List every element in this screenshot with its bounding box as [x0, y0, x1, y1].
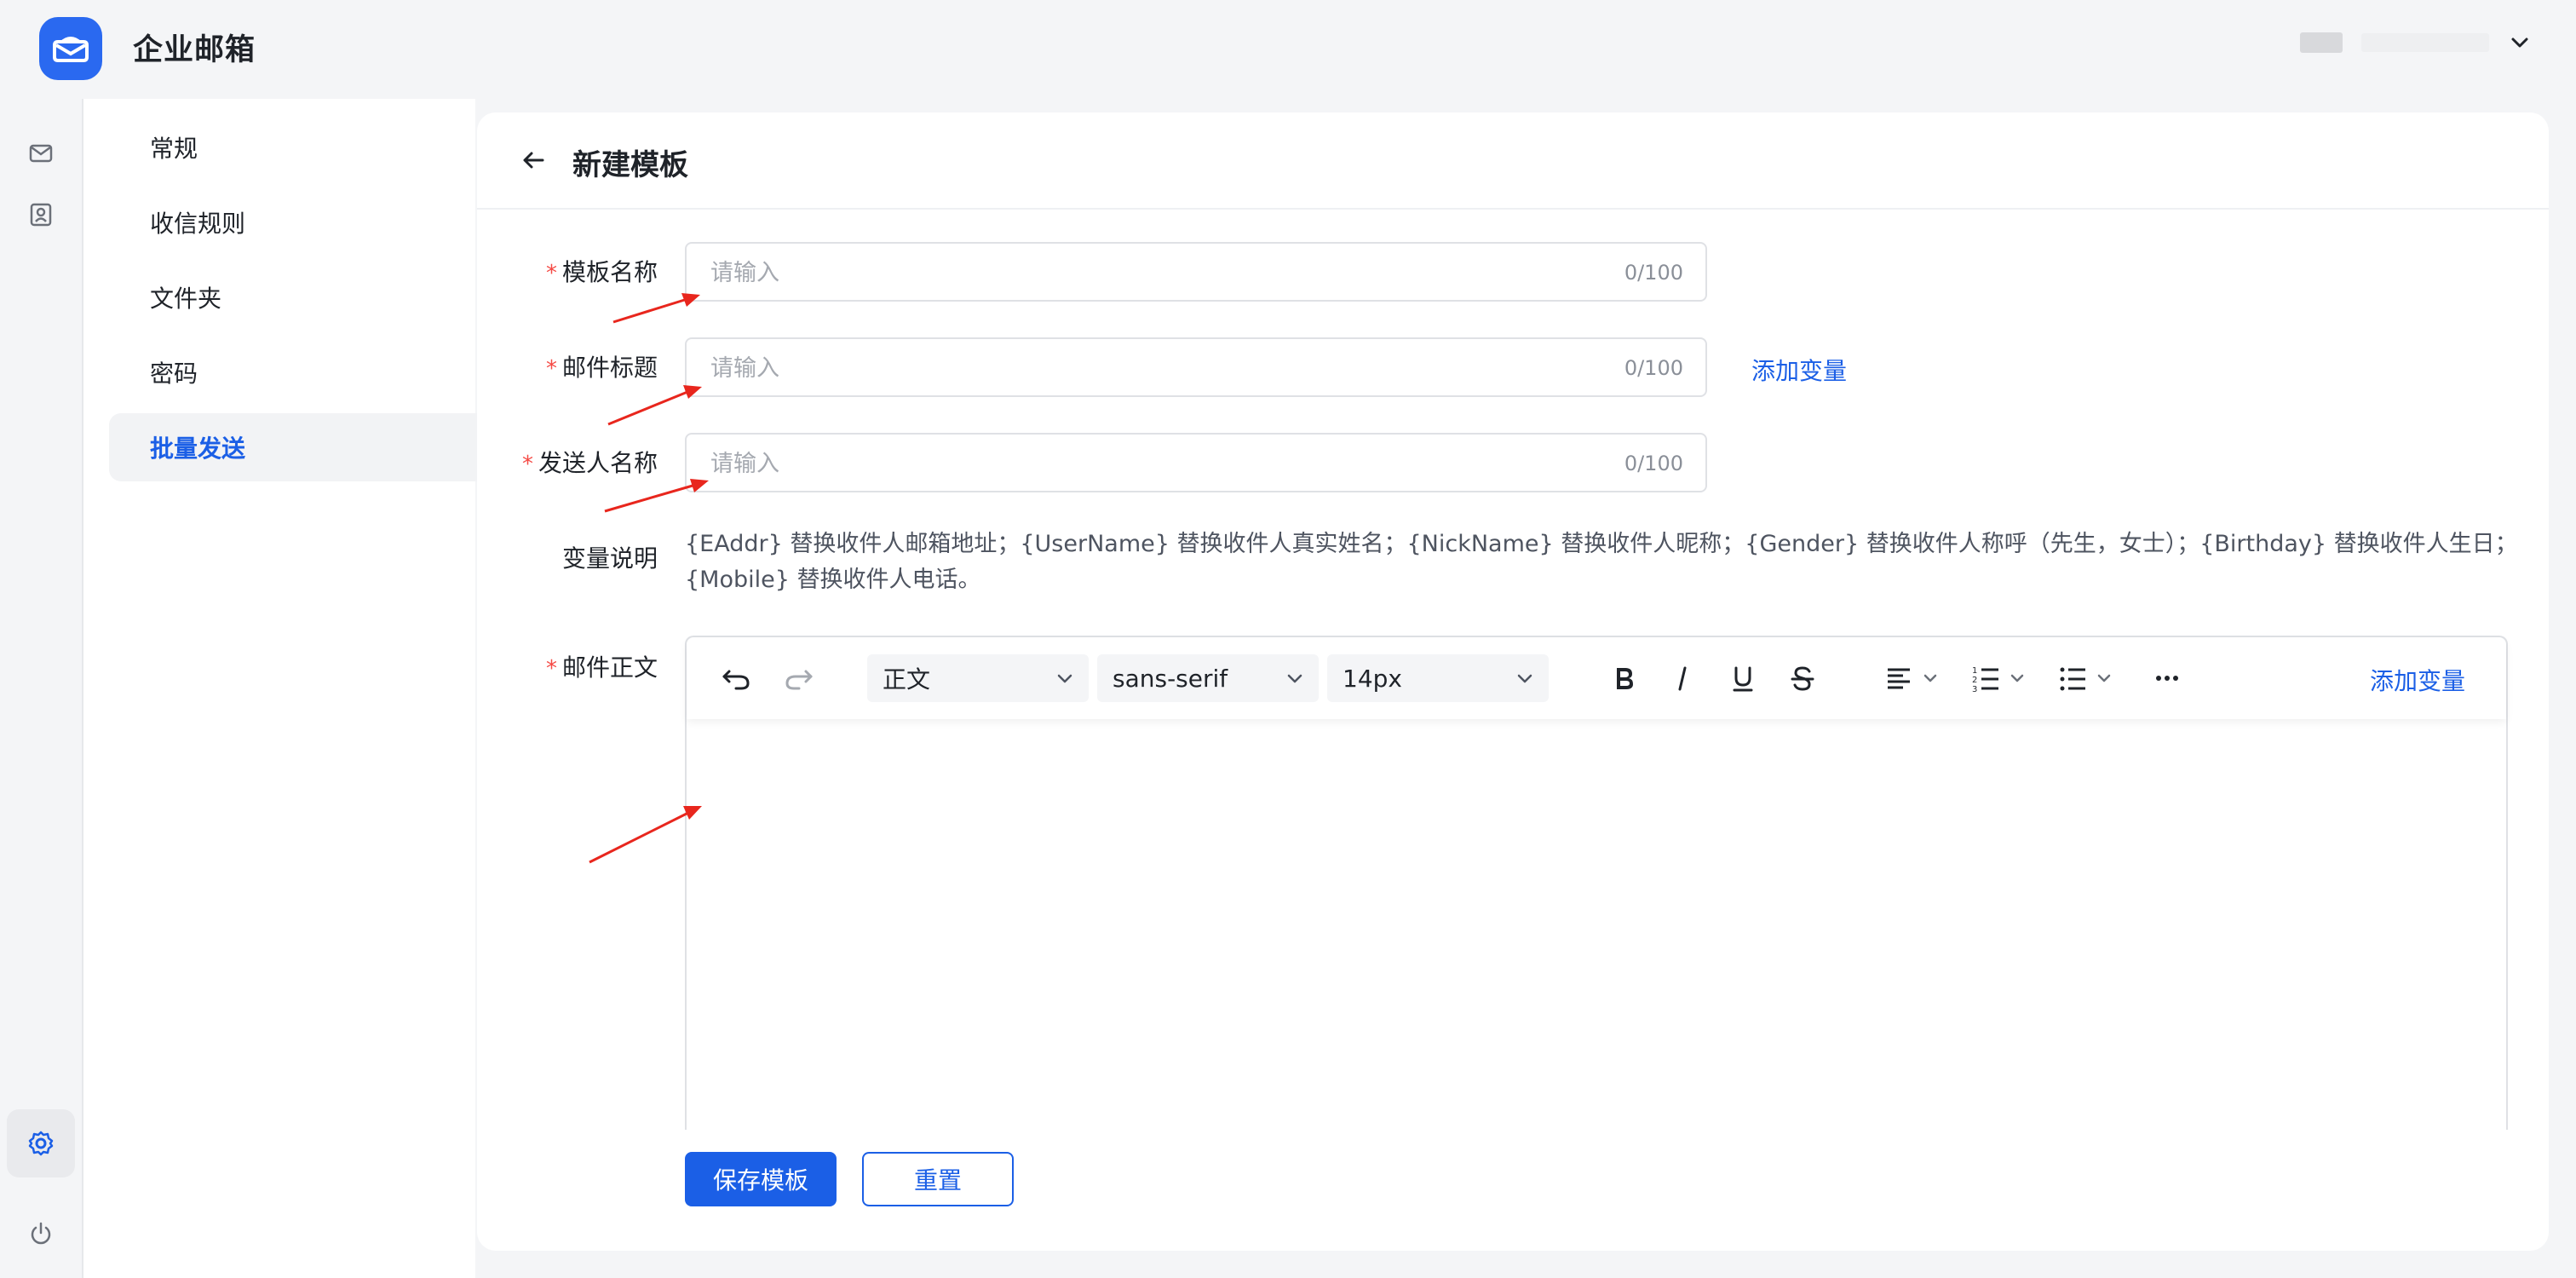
rail-logout-button[interactable]	[7, 1200, 75, 1268]
editor-add-variable-link[interactable]: 添加变量	[2370, 663, 2465, 697]
char-counter: 0/100	[1624, 452, 1683, 475]
arrow-left-icon	[523, 152, 544, 169]
template-name-input[interactable]	[709, 244, 1564, 302]
editor-toolbar: 正文 sans-serif 14px 1 2 3 添加变量	[687, 637, 2506, 719]
required-mark: *	[545, 656, 557, 682]
subject-add-variable-link[interactable]: 添加变量	[1751, 353, 1847, 387]
app-title: 企业邮箱	[133, 33, 256, 67]
more-icon[interactable]	[2147, 658, 2188, 699]
svg-text:2: 2	[1972, 676, 1977, 685]
left-rail	[0, 99, 83, 1278]
user-name	[2361, 33, 2489, 52]
top-bar: 企业邮箱	[0, 0, 2576, 99]
underline-icon[interactable]	[1722, 658, 1763, 699]
user-menu[interactable]	[2300, 31, 2532, 55]
chevron-down-icon	[1057, 674, 1072, 683]
chevron-down-icon	[1923, 674, 1937, 682]
template-editor-card: 新建模板 *模板名称 0/100 *邮件标题 0/100 添加变量 *发送人名称…	[477, 112, 2549, 1251]
rich-text-editor: 正文 sans-serif 14px 1 2 3 添加变量	[685, 636, 2508, 1130]
page-title: 新建模板	[572, 148, 688, 182]
rail-contacts-button[interactable]	[7, 181, 75, 249]
rail-mail-button[interactable]	[7, 119, 75, 187]
undo-icon[interactable]	[716, 658, 756, 699]
chevron-down-icon[interactable]	[2508, 31, 2532, 55]
back-button[interactable]	[516, 143, 550, 177]
card-header: 新建模板	[477, 112, 2549, 210]
chevron-down-icon	[2097, 674, 2111, 682]
required-mark: *	[521, 452, 533, 477]
variables-description: {EAddr} 替换收件人邮箱地址；{UserName} 替换收件人真实姓名；{…	[685, 531, 2518, 593]
sender-name-input[interactable]	[709, 435, 1564, 492]
svg-text:1: 1	[1972, 666, 1977, 676]
paragraph-style-select[interactable]: 正文	[867, 654, 1089, 702]
align-dropdown[interactable]	[1883, 658, 1941, 699]
variables-label: 变量说明	[561, 544, 658, 573]
annotation-arrow-icon	[589, 806, 702, 864]
mail-subject-input[interactable]	[709, 339, 1564, 397]
required-mark: *	[545, 261, 557, 286]
app-logo	[39, 17, 102, 80]
nav-item-mail-rules[interactable]: 收信规则	[109, 188, 533, 256]
reset-button[interactable]: 重置	[862, 1152, 1014, 1206]
nav-item-folders[interactable]: 文件夹	[109, 263, 533, 331]
ordered-list-dropdown[interactable]: 123	[1969, 658, 2027, 699]
mail-subject-field[interactable]: 0/100	[685, 337, 1707, 397]
chevron-down-icon	[2010, 674, 2024, 682]
char-counter: 0/100	[1624, 261, 1683, 285]
contacts-icon	[30, 203, 52, 227]
annotation-arrow-icon	[607, 385, 702, 426]
bullet-list-icon	[2060, 667, 2085, 691]
chevron-down-icon	[1517, 674, 1532, 683]
editor-content-area[interactable]	[687, 722, 2506, 1130]
nav-item-general[interactable]: 常规	[109, 113, 533, 181]
gear-icon	[28, 1131, 54, 1156]
bold-icon[interactable]	[1603, 658, 1644, 699]
strikethrough-icon[interactable]	[1782, 658, 1823, 699]
italic-icon[interactable]	[1663, 658, 1704, 699]
nav-item-bulk-send[interactable]: 批量发送	[109, 413, 533, 481]
nav-item-password[interactable]: 密码	[109, 338, 533, 406]
mail-icon	[29, 144, 53, 163]
svg-text:3: 3	[1972, 685, 1977, 694]
settings-nav: 常规 收信规则 文件夹 密码 批量发送	[83, 99, 533, 1278]
annotation-arrow-icon	[612, 293, 700, 324]
rail-settings-button[interactable]	[7, 1109, 75, 1177]
ordered-list-icon: 123	[1972, 666, 1998, 694]
avatar[interactable]	[2300, 32, 2343, 53]
align-icon	[1888, 668, 1910, 689]
save-template-button[interactable]: 保存模板	[685, 1152, 837, 1206]
power-icon	[31, 1222, 51, 1245]
mail-body-label: * 邮件正文	[545, 653, 658, 682]
annotation-arrow-icon	[604, 479, 709, 513]
template-name-field[interactable]: 0/100	[685, 242, 1707, 302]
mailbox-logo-icon	[53, 37, 89, 62]
required-mark: *	[545, 356, 557, 382]
char-counter: 0/100	[1624, 356, 1683, 380]
redo-icon[interactable]	[779, 658, 819, 699]
sender-name-field[interactable]: 0/100	[685, 433, 1707, 492]
font-size-select[interactable]: 14px	[1327, 654, 1549, 702]
chevron-down-icon	[1287, 674, 1302, 683]
font-family-select[interactable]: sans-serif	[1097, 654, 1319, 702]
bullet-list-dropdown[interactable]	[2056, 658, 2114, 699]
